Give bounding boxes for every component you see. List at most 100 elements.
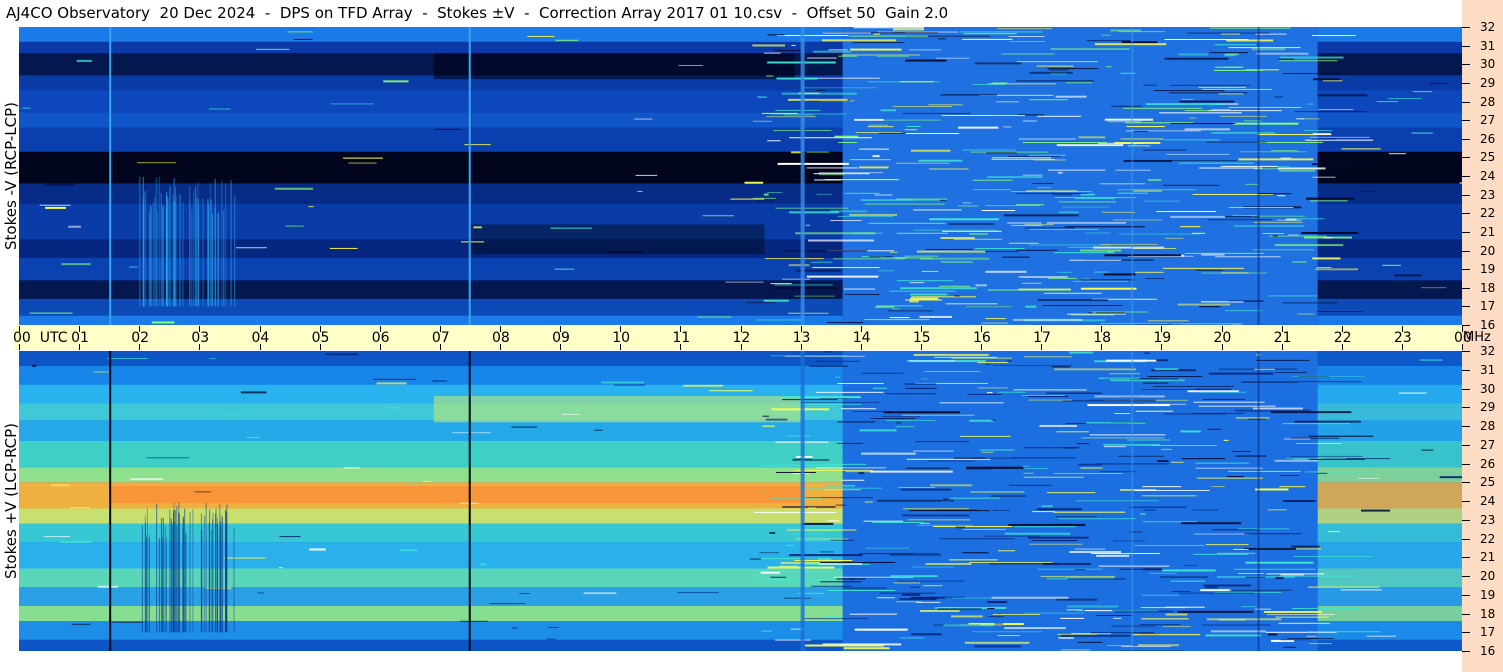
burst-striation xyxy=(185,532,187,633)
rfi-streak xyxy=(757,96,767,98)
rfi-streak xyxy=(1211,131,1276,134)
rfi-streak xyxy=(1184,110,1212,112)
rfi-streak xyxy=(1147,178,1162,181)
rfi-streak xyxy=(968,562,1053,564)
rfi-streak xyxy=(1421,287,1447,289)
rfi-streak xyxy=(1255,488,1289,491)
rfi-streak xyxy=(1058,211,1079,214)
rfi-streak xyxy=(939,402,1004,404)
rfi-streak xyxy=(1047,68,1099,70)
rfi-streak xyxy=(1028,399,1072,401)
rfi-streak xyxy=(1211,486,1225,488)
frequency-tick-label: 20 xyxy=(1480,569,1496,583)
frequency-tick-label: 22 xyxy=(1480,206,1496,221)
rfi-streak xyxy=(209,358,217,360)
rfi-streak xyxy=(760,571,781,574)
rfi-streak xyxy=(1376,101,1399,103)
rfi-streak xyxy=(746,302,776,304)
frequency-band xyxy=(19,257,843,281)
time-tick xyxy=(139,344,141,350)
frequency-tick xyxy=(1462,632,1470,634)
rfi-streak xyxy=(1060,634,1130,637)
frequency-band xyxy=(1317,239,1462,258)
rfi-streak xyxy=(794,295,835,297)
rfi-streak xyxy=(899,637,924,639)
rfi-streak xyxy=(823,463,867,465)
rfi-streak xyxy=(770,355,848,357)
rfi-streak xyxy=(877,270,894,272)
frequency-tick xyxy=(1462,306,1470,308)
rfi-streak xyxy=(1062,206,1110,208)
time-tick xyxy=(379,344,381,350)
rfi-streak xyxy=(885,393,937,395)
rfi-streak xyxy=(838,55,858,57)
rfi-streak xyxy=(1154,368,1179,371)
burst-striation xyxy=(208,205,210,307)
rfi-streak xyxy=(823,615,841,618)
rfi-streak xyxy=(76,59,93,62)
burst-striation xyxy=(178,512,180,633)
rfi-streak xyxy=(1308,586,1380,588)
rfi-streak xyxy=(1101,34,1111,36)
rfi-streak xyxy=(962,552,989,554)
rfi-streak xyxy=(972,189,1011,191)
rfi-streak xyxy=(1100,183,1145,185)
rfi-streak xyxy=(1053,473,1123,475)
rfi-streak xyxy=(962,149,1016,151)
time-tick xyxy=(981,344,982,350)
time-tick xyxy=(79,344,81,350)
rfi-streak xyxy=(1139,624,1181,626)
rfi-streak xyxy=(907,519,971,521)
burst-striation xyxy=(211,213,213,307)
rfi-streak xyxy=(1058,201,1116,203)
frequency-band xyxy=(19,27,843,42)
rfi-streak xyxy=(1090,553,1160,555)
rfi-streak xyxy=(1143,84,1157,86)
burst-striation xyxy=(152,202,154,307)
time-tick-label: 09 xyxy=(552,330,570,346)
rfi-streak xyxy=(1143,352,1150,354)
rfi-streak xyxy=(807,507,817,509)
rfi-streak xyxy=(1317,310,1363,312)
time-tick xyxy=(1161,344,1163,350)
rfi-streak xyxy=(39,204,71,206)
rfi-streak xyxy=(763,52,781,54)
frequency-band xyxy=(1317,482,1462,509)
rfi-streak xyxy=(906,360,955,362)
rfi-streak xyxy=(1143,382,1169,384)
frequency-band xyxy=(19,151,843,184)
rfi-streak xyxy=(151,321,175,324)
rfi-streak xyxy=(935,57,970,59)
rfi-streak xyxy=(987,176,1043,179)
rfi-streak xyxy=(432,380,448,382)
rfi-streak xyxy=(795,533,822,535)
rfi-streak xyxy=(550,227,593,229)
rfi-streak xyxy=(511,627,518,629)
rfi-streak xyxy=(1207,219,1273,221)
burst-striation xyxy=(156,503,158,633)
rfi-streak xyxy=(137,162,177,164)
rfi-streak xyxy=(850,48,902,51)
stokes-plus-v-spectrogram xyxy=(19,351,1462,651)
rfi-streak xyxy=(1244,533,1302,535)
time-tick xyxy=(1401,344,1403,350)
frequency-band xyxy=(1317,53,1462,76)
rfi-streak xyxy=(348,162,377,164)
rfi-streak xyxy=(1094,43,1167,46)
rfi-streak xyxy=(984,363,991,365)
rfi-streak xyxy=(1235,417,1270,419)
rfi-streak xyxy=(1120,138,1164,140)
frequency-tick xyxy=(1462,482,1470,484)
rfi-streak xyxy=(1233,225,1305,227)
rfi-streak xyxy=(775,207,849,209)
band-overlay xyxy=(433,53,795,80)
rfi-streak xyxy=(777,162,849,165)
rfi-streak xyxy=(837,382,884,384)
rfi-streak xyxy=(835,376,840,378)
burst-striation xyxy=(212,518,214,633)
rfi-streak xyxy=(1080,193,1096,196)
rfi-streak xyxy=(1412,91,1433,93)
rfi-streak xyxy=(820,581,862,583)
rfi-streak xyxy=(923,585,943,587)
frequency-tick-label: 23 xyxy=(1480,187,1496,202)
